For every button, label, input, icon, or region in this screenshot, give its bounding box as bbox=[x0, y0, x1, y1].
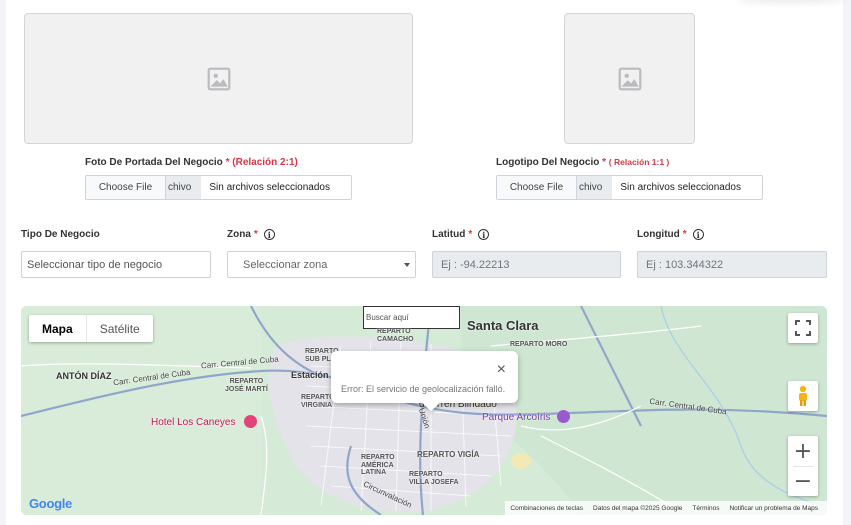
cover-label-text: Foto De Portada Del Negocio bbox=[85, 157, 223, 168]
info-icon[interactable]: i bbox=[478, 229, 490, 240]
longitud-placeholder: Ej : 103.344322 bbox=[646, 258, 724, 271]
zona-label-text: Zona bbox=[227, 229, 251, 240]
map-type-satellite-button[interactable]: Satélite bbox=[85, 315, 153, 342]
latitud-input[interactable]: Ej : -94.22213 bbox=[432, 251, 621, 278]
google-logo-text: Google bbox=[29, 496, 72, 511]
cover-file-input[interactable]: Choose File chivo Sin archivos seleccion… bbox=[85, 175, 352, 200]
cover-choose-area[interactable]: Choose File chivo bbox=[86, 176, 202, 199]
logo-file-status: Sin archivos seleccionados bbox=[620, 182, 741, 193]
place-label-santa-clara: Santa Clara bbox=[467, 318, 539, 333]
map-data-attribution: Datos del mapa ©2025 Google bbox=[593, 504, 683, 512]
place-label-reparto-vigia: REPARTO VIGÍA bbox=[417, 450, 480, 459]
place-label-hotel-los-caneyes: Hotel Los Caneyes bbox=[151, 417, 236, 428]
tipo-label: Tipo De Negocio bbox=[21, 229, 100, 240]
fullscreen-button[interactable] bbox=[788, 313, 818, 343]
hotel-marker-icon[interactable] bbox=[244, 415, 257, 428]
required-mark: * bbox=[253, 229, 258, 240]
cover-image-preview[interactable] bbox=[24, 13, 413, 144]
longitud-input[interactable]: Ej : 103.344322 bbox=[637, 251, 827, 278]
pegman-icon bbox=[799, 385, 807, 406]
map-type-map-button[interactable]: Mapa bbox=[29, 315, 86, 342]
required-mark: * bbox=[468, 229, 473, 240]
place-label-reparto-jose-marti: REPARTO JOSÉ MARTÍ bbox=[225, 378, 268, 393]
tipo-placeholder: Seleccionar tipo de negocio bbox=[27, 258, 163, 271]
info-icon[interactable]: i bbox=[692, 229, 704, 240]
zona-placeholder: Seleccionar zona bbox=[243, 258, 328, 271]
logo-ratio: ( Relación 1:1 ) bbox=[608, 157, 670, 167]
caret-down-icon bbox=[404, 262, 410, 267]
tipo-label-text: Tipo De Negocio bbox=[21, 229, 100, 240]
place-label-parque-arcoiris: Parque Arcoíris bbox=[482, 412, 551, 423]
zona-select[interactable]: Seleccionar zona bbox=[227, 251, 416, 278]
place-label-reparto-virginia: REPARTO VIRGINIA bbox=[301, 394, 335, 409]
latitud-label-text: Latitud bbox=[432, 229, 466, 240]
required-mark: * bbox=[225, 157, 230, 168]
place-label-estacion: Estación bbox=[291, 370, 329, 380]
longitud-label-text: Longitud bbox=[637, 229, 680, 240]
cover-ratio: (Relación 2:1) bbox=[232, 157, 298, 168]
logo-file-input[interactable]: Choose File chivo Sin archivos seleccion… bbox=[496, 175, 763, 200]
cover-upload-label: Foto De Portada Del Negocio * (Relación … bbox=[85, 157, 298, 168]
image-placeholder-icon bbox=[207, 67, 230, 90]
map-search-placeholder: Buscar aquí bbox=[366, 313, 409, 322]
required-mark: * bbox=[602, 157, 607, 168]
cover-choose-file-button[interactable]: Choose File bbox=[86, 176, 166, 199]
place-label-reparto-camacho: REPARTO CAMACHO bbox=[377, 328, 414, 343]
street-view-button[interactable] bbox=[788, 381, 818, 411]
map-type-control[interactable]: Mapa Satélite bbox=[29, 315, 153, 342]
latitud-placeholder: Ej : -94.22213 bbox=[441, 258, 510, 271]
park-marker-icon[interactable] bbox=[557, 410, 570, 423]
logo-upload-label: Logotipo Del Negocio * ( Relación 1:1 ) bbox=[496, 157, 669, 168]
logo-choose-file-button[interactable]: Choose File bbox=[497, 176, 577, 199]
fullscreen-icon bbox=[795, 320, 811, 336]
latitud-label: Latitud * i bbox=[432, 229, 490, 240]
logo-label-text: Logotipo Del Negocio bbox=[496, 157, 600, 168]
terms-link[interactable]: Términos bbox=[687, 505, 724, 512]
zoom-control[interactable]: + − bbox=[788, 436, 818, 496]
map-search-input[interactable]: Buscar aquí bbox=[363, 306, 460, 329]
info-icon[interactable]: i bbox=[263, 229, 275, 240]
keyboard-shortcuts-link[interactable]: Combinaciones de teclas bbox=[505, 505, 588, 512]
report-problem-link[interactable]: Notificar un problema de Maps bbox=[724, 505, 823, 512]
logo-choose-area[interactable]: Choose File chivo bbox=[497, 176, 613, 199]
geolocation-error-message: Error: El servicio de geolocalización fa… bbox=[341, 384, 506, 394]
close-icon[interactable]: × bbox=[497, 361, 506, 379]
zona-label: Zona * i bbox=[227, 229, 275, 240]
geolocation-error-popup: × Error: El servicio de geolocalización … bbox=[331, 351, 518, 412]
cover-file-status: Sin archivos seleccionados bbox=[209, 182, 330, 193]
place-label-reparto-villa-josefa: REPARTO VILLA JOSEFA bbox=[409, 471, 459, 486]
image-placeholder-icon bbox=[618, 67, 641, 90]
logo-image-preview[interactable] bbox=[564, 13, 695, 144]
zoom-in-button[interactable]: + bbox=[788, 436, 818, 466]
google-logo[interactable]: Google bbox=[29, 496, 72, 511]
required-mark: * bbox=[682, 229, 687, 240]
zoom-out-button[interactable]: − bbox=[788, 467, 818, 496]
longitud-label: Longitud * i bbox=[637, 229, 704, 240]
tipo-negocio-select[interactable]: Seleccionar tipo de negocio bbox=[21, 251, 211, 278]
place-label-anton-diaz: ANTÓN DÍAZ bbox=[56, 371, 112, 381]
map-footer: Combinaciones de teclas Datos del mapa ©… bbox=[505, 501, 827, 515]
map-container[interactable]: Mapa Satélite Buscar aquí Santa Clara AN… bbox=[21, 306, 827, 515]
place-label-reparto-moro: REPARTO MORO bbox=[510, 341, 568, 348]
place-label-reparto-america-latina: REPARTO AMÉRICA LATINA bbox=[361, 454, 395, 477]
